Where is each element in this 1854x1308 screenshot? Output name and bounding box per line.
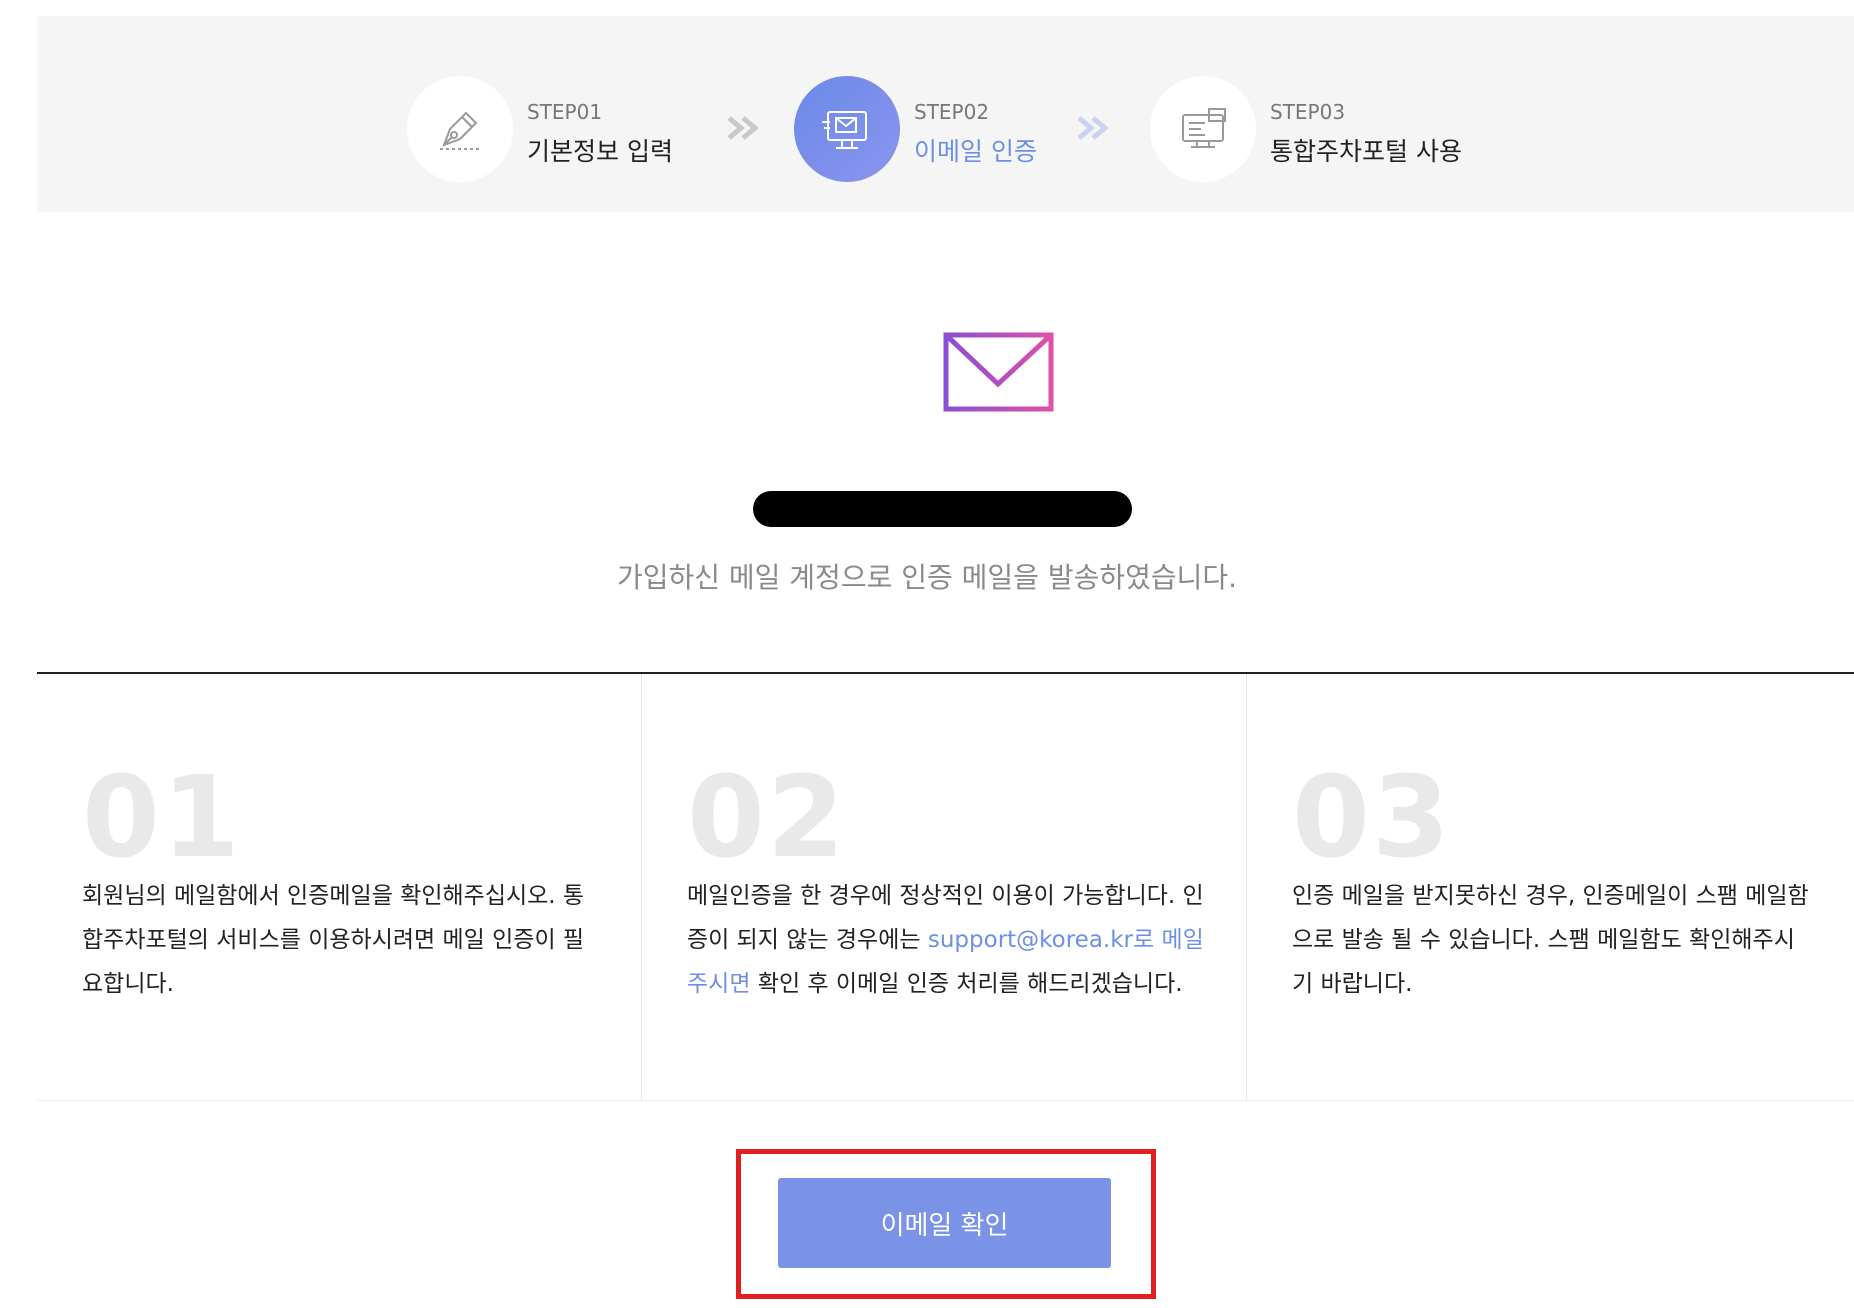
info-column-03: 03 인증 메일을 받지못하신 경우, 인증메일이 스팸 메일함으로 발송 될 … [1246,674,1854,1100]
info-number: 03 [1292,753,1452,883]
info-text: 인증 메일을 받지못하신 경우, 인증메일이 스팸 메일함으로 발송 될 수 있… [1292,883,1809,997]
info-number: 02 [687,753,847,883]
computer-icon [1150,76,1256,182]
step-03-title: 통합주차포털 사용 [1270,137,1462,166]
step-02-title: 이메일 인증 [914,137,1037,166]
email-confirm-button[interactable]: 이메일 확인 [778,1178,1111,1268]
sent-message: 가입하신 메일 계정으로 인증 메일을 발송하였습니다. [616,561,1238,594]
info-column-02: 02 메일인증을 한 경우에 정상적인 이용이 가능합니다. 인증이 되지 않는… [641,674,1246,1100]
redacted-email [753,491,1132,527]
info-column-01: 01 회원님의 메일함에서 인증메일을 확인해주십시오. 통합주차포털의 서비스… [37,674,641,1100]
envelope-send-icon [836,332,1054,412]
info-text: 메일인증을 한 경우에 정상적인 이용이 가능합니다. 인증이 되지 않는 경우… [687,874,1207,1006]
step-01-label: STEP01 [527,100,603,124]
info-number: 01 [82,753,242,883]
step-03-label: STEP03 [1270,100,1346,124]
monitor-mail-icon [794,76,900,182]
info-text: 회원님의 메일함에서 인증메일을 확인해주십시오. 통합주차포털의 서비스를 이… [82,883,585,997]
section-bottom-line [37,1100,1854,1101]
step-02-label: STEP02 [914,100,990,124]
step-progress-bar: STEP01 기본정보 입력 STEP02 이메일 인증 STEP03 통합주차… [37,16,1854,212]
info-text-after: 확인 후 이메일 인증 처리를 해드리겠습니다. [750,971,1183,997]
step-arrow-icon [727,116,759,140]
step-arrow-icon [1077,116,1109,140]
pen-nib-icon [407,76,513,182]
step-01-title: 기본정보 입력 [527,137,673,166]
